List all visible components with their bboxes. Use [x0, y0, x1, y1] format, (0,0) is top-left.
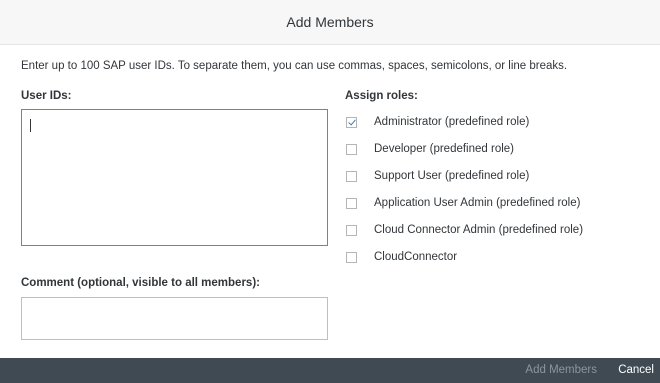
role-label: CloudConnector	[374, 251, 458, 263]
assign-roles-label: Assign roles:	[345, 90, 418, 102]
user-ids-textarea[interactable]	[21, 109, 328, 246]
dialog-footer: Add Members Cancel	[0, 358, 660, 383]
comment-label: Comment (optional, visible to all member…	[21, 277, 260, 289]
role-label: Developer (predefined role)	[374, 143, 514, 155]
role-label: Cloud Connector Admin (predefined role)	[374, 224, 584, 236]
dialog-header: Add Members	[0, 0, 660, 45]
checkbox-cloud-connector-admin[interactable]	[346, 224, 357, 236]
roles-list: Administrator (predefined role) Develope…	[346, 113, 583, 275]
role-developer[interactable]: Developer (predefined role)	[346, 140, 583, 158]
user-ids-label: User IDs:	[21, 90, 72, 102]
dialog-title: Add Members	[286, 14, 374, 30]
role-support-user[interactable]: Support User (predefined role)	[346, 167, 583, 185]
instructions-text: Enter up to 100 SAP user IDs. To separat…	[21, 60, 568, 72]
checkbox-developer[interactable]	[346, 143, 357, 155]
checkbox-administrator[interactable]	[346, 116, 357, 128]
cancel-button[interactable]: Cancel	[618, 358, 654, 383]
comment-input[interactable]	[21, 297, 328, 340]
role-label: Administrator (predefined role)	[374, 116, 530, 128]
add-members-button[interactable]: Add Members	[525, 358, 597, 383]
checkbox-cloudconnector[interactable]	[346, 251, 357, 263]
text-caret	[30, 119, 31, 132]
role-administrator[interactable]: Administrator (predefined role)	[346, 113, 583, 131]
checkbox-support-user[interactable]	[346, 170, 357, 182]
role-application-user-admin[interactable]: Application User Admin (predefined role)	[346, 194, 583, 212]
add-members-dialog: Add Members Enter up to 100 SAP user IDs…	[0, 0, 660, 383]
role-label: Support User (predefined role)	[374, 170, 530, 182]
role-cloud-connector-admin[interactable]: Cloud Connector Admin (predefined role)	[346, 221, 583, 239]
role-label: Application User Admin (predefined role)	[374, 197, 581, 209]
role-cloudconnector[interactable]: CloudConnector	[346, 248, 583, 266]
checkbox-application-user-admin[interactable]	[346, 197, 357, 209]
